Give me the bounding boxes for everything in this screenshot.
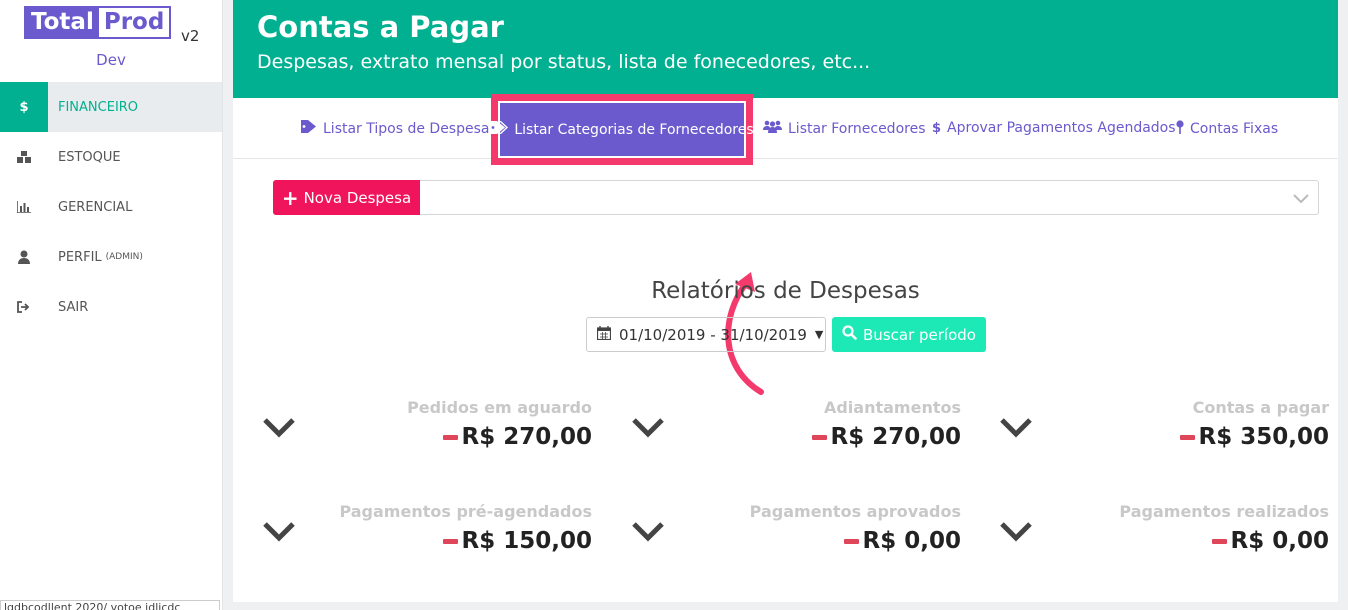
sidebar-item-sub: (ADMIN) xyxy=(105,252,143,262)
page-title: Contas a Pagar xyxy=(257,10,504,44)
tag-icon xyxy=(301,120,317,137)
sidebar-item-label: PERFIL xyxy=(58,249,102,265)
page-subtitle: Despesas, extrato mensal por status, lis… xyxy=(257,51,871,73)
tab-label: Listar Tipos de Despesas xyxy=(323,120,497,137)
stat-value: R$ 270,00 xyxy=(442,424,592,450)
calendar-icon xyxy=(596,325,612,344)
chevron-down-icon[interactable] xyxy=(631,520,665,544)
brand-env: Dev xyxy=(96,51,126,69)
stat-pagamentos-pre-agendados: Pagamentos pré-agendados R$ 150,00 xyxy=(232,502,592,562)
cubes-icon xyxy=(0,132,48,182)
stat-value: R$ 350,00 xyxy=(1179,424,1329,450)
main-content: Listar Tipos de Despesas Listar Categori… xyxy=(232,94,1338,602)
stat-pagamentos-realizados: Pagamentos realizados R$ 0,00 xyxy=(969,502,1329,562)
sidebar-item-gerencial[interactable]: GERENCIAL xyxy=(0,182,222,232)
tab-label: Listar Categorias de Fornecedores xyxy=(514,121,754,138)
stat-label: Adiantamentos xyxy=(823,398,961,417)
new-expense-bar[interactable]: + Nova Despesa xyxy=(273,180,1319,215)
tab-listar-categorias-fornecedores[interactable]: Listar Categorias de Fornecedores xyxy=(490,103,754,156)
new-expense-button[interactable]: + Nova Despesa xyxy=(273,180,420,215)
minus-icon xyxy=(811,434,827,440)
stat-adiantamentos: Adiantamentos R$ 270,00 xyxy=(601,398,961,458)
stat-label: Pagamentos pré-agendados xyxy=(339,502,592,521)
chevron-down-icon[interactable] xyxy=(631,416,665,440)
search-icon xyxy=(842,325,857,344)
sidebar-menu: $ FINANCEIRO ESTOQUE GERENCIAL PERFIL (A… xyxy=(0,82,222,332)
users-icon xyxy=(763,120,782,137)
sidebar-item-label: FINANCEIRO xyxy=(58,99,139,115)
chevron-down-icon[interactable] xyxy=(262,520,296,544)
brand-version: v2 xyxy=(181,27,200,45)
tab-label: Contas Fixas xyxy=(1190,121,1279,137)
minus-icon xyxy=(843,538,859,544)
stat-label: Pagamentos realizados xyxy=(1119,502,1329,521)
new-expense-label: Nova Despesa xyxy=(303,188,412,207)
tags-icon xyxy=(490,121,509,138)
stat-label: Pedidos em aguardo xyxy=(407,398,592,417)
dollar-icon: $ xyxy=(932,120,942,136)
tab-contas-fixas[interactable]: Contas Fixas xyxy=(1176,120,1278,138)
dollar-icon: $ xyxy=(0,82,48,132)
brand-part1: Total xyxy=(26,8,99,37)
tab-aprovar-pagamentos[interactable]: $ Aprovar Pagamentos Agendados xyxy=(932,120,1176,136)
bar-chart-icon xyxy=(0,182,48,232)
stat-value: R$ 0,00 xyxy=(843,528,961,554)
sidebar-item-label: GERENCIAL xyxy=(58,199,133,215)
sidebar-item-label: ESTOQUE xyxy=(58,149,121,165)
sidebar-item-financeiro[interactable]: $ FINANCEIRO xyxy=(0,82,222,132)
search-period-label: Buscar período xyxy=(863,325,976,344)
tab-bar: Listar Tipos de Despesas Listar Categori… xyxy=(233,94,1338,165)
minus-icon xyxy=(1211,538,1227,544)
stat-value: R$ 150,00 xyxy=(442,528,592,554)
report-title: Relatórios de Despesas xyxy=(651,278,920,304)
sidebar-item-sair[interactable]: SAIR xyxy=(0,282,222,332)
sidebar-item-perfil[interactable]: PERFIL (ADMIN) xyxy=(0,232,222,282)
stat-pedidos-aguardo: Pedidos em aguardo R$ 270,00 xyxy=(232,398,592,458)
chevron-down-icon[interactable] xyxy=(262,416,296,440)
sidebar-item-estoque[interactable]: ESTOQUE xyxy=(0,132,222,182)
chevron-down-icon[interactable] xyxy=(999,416,1033,440)
date-range-picker[interactable]: 01/10/2019 - 31/10/2019 ▼ xyxy=(586,317,826,352)
stat-value: R$ 270,00 xyxy=(811,424,961,450)
stat-contas-pagar: Contas a pagar R$ 350,00 xyxy=(969,398,1329,458)
caret-down-icon: ▼ xyxy=(814,328,824,341)
sidebar-footer: lgdbcodllent 2020/ votoe idlicdc xyxy=(0,600,220,610)
brand-part2: Prod xyxy=(98,8,170,37)
stat-pagamentos-aprovados: Pagamentos aprovados R$ 0,00 xyxy=(601,502,961,562)
stat-value: R$ 0,00 xyxy=(1211,528,1329,554)
sidebar: Total Prod v2 Dev $ FINANCEIRO ESTOQUE G… xyxy=(0,0,223,610)
brand-logo[interactable]: Total Prod xyxy=(24,6,172,39)
user-icon xyxy=(0,232,48,282)
minus-icon xyxy=(1179,434,1195,440)
sign-out-icon xyxy=(0,282,48,332)
stat-label: Pagamentos aprovados xyxy=(749,502,961,521)
sidebar-item-label: SAIR xyxy=(58,299,89,315)
tab-label: Listar Fornecedores xyxy=(788,120,926,137)
pin-icon xyxy=(1176,120,1184,138)
chevron-down-icon[interactable] xyxy=(1292,189,1310,207)
page-header: Contas a Pagar Despesas, extrato mensal … xyxy=(233,0,1338,98)
plus-icon: + xyxy=(281,185,299,210)
date-range-value: 01/10/2019 - 31/10/2019 xyxy=(619,325,807,344)
tab-listar-fornecedores[interactable]: Listar Fornecedores xyxy=(763,120,926,137)
minus-icon xyxy=(442,538,458,544)
tab-label: Aprovar Pagamentos Agendados xyxy=(947,120,1176,136)
chevron-down-icon[interactable] xyxy=(999,520,1033,544)
tab-listar-tipos-despesas[interactable]: Listar Tipos de Despesas xyxy=(301,120,497,137)
stat-label: Contas a pagar xyxy=(1192,398,1329,417)
search-period-button[interactable]: Buscar período xyxy=(832,317,986,352)
minus-icon xyxy=(442,434,458,440)
